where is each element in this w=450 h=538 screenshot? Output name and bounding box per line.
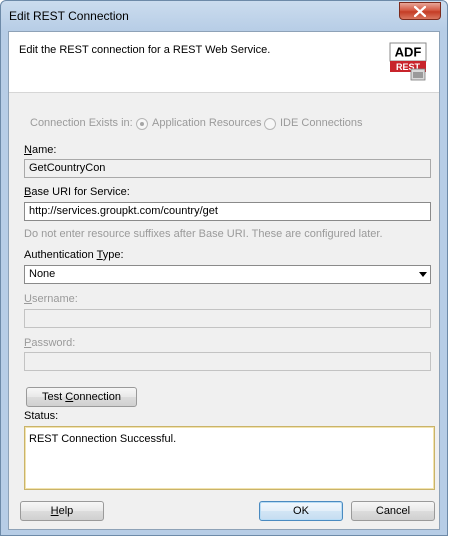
name-field[interactable]: GetCountryCon: [24, 159, 431, 178]
password-label: Password:: [24, 337, 76, 349]
radio-selected-dot: [140, 122, 144, 126]
base-uri-label: Base URI for Service:: [24, 186, 130, 198]
base-uri-field[interactable]: http://services.groupkt.com/country/get: [24, 202, 431, 221]
test-connection-button[interactable]: Test Connection: [26, 387, 137, 407]
option-ide-connections: IDE Connections: [280, 117, 363, 129]
help-button[interactable]: Help: [20, 501, 104, 521]
cancel-button[interactable]: Cancel: [351, 501, 435, 521]
auth-type-dropdown[interactable]: None: [24, 265, 431, 284]
name-label: Name:: [24, 144, 57, 156]
title-bar[interactable]: Edit REST Connection: [1, 1, 447, 31]
adf-rest-logo-icon: ADF REST: [389, 42, 427, 81]
username-label: Username:: [24, 293, 78, 305]
auth-type-value: None: [29, 268, 56, 280]
status-message: REST Connection Successful.: [29, 433, 177, 445]
dialog-header: Edit the REST connection for a REST Web …: [9, 32, 439, 93]
radio-application-resources: [136, 118, 148, 130]
chevron-down-icon: [419, 272, 427, 277]
window-title: Edit REST Connection: [9, 9, 129, 23]
close-button[interactable]: [399, 2, 441, 20]
password-field: [24, 352, 431, 371]
status-label: Status:: [24, 410, 59, 422]
auth-type-label: Authentication Type:: [24, 249, 124, 261]
dialog-window: Edit REST Connection Edit the REST conne…: [0, 0, 448, 536]
connection-exists-label: Connection Exists in:: [30, 117, 133, 129]
option-application-resources: Application Resources: [152, 117, 262, 129]
close-icon: [414, 6, 426, 17]
header-description: Edit the REST connection for a REST Web …: [19, 44, 271, 56]
status-box: REST Connection Successful.: [24, 426, 435, 490]
dialog-client-area: Edit the REST connection for a REST Web …: [8, 31, 440, 530]
base-uri-hint: Do not enter resource suffixes after Bas…: [24, 228, 383, 240]
ok-button[interactable]: OK: [259, 501, 343, 521]
radio-ide-connections: [264, 118, 276, 130]
username-field: [24, 309, 431, 328]
logo-adf-text: ADF: [395, 45, 422, 60]
